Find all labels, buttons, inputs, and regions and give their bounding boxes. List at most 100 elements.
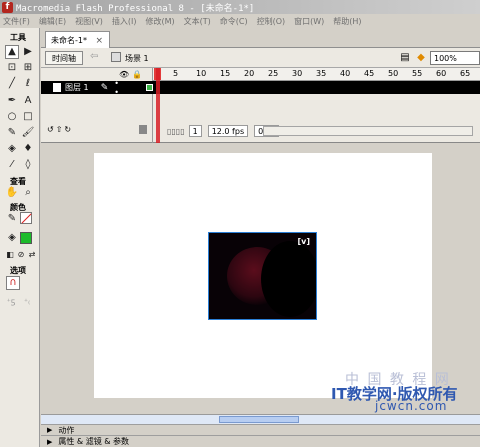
- layer-list: 👁🔒□ 图层 1 ✎ • • ↺⇧↻: [41, 68, 154, 143]
- ruler-label: 20: [244, 69, 255, 78]
- stroke-pencil-icon: ✎: [7, 213, 17, 224]
- video-dark-shape: [261, 241, 316, 317]
- scene-label[interactable]: 场景 1: [125, 53, 149, 64]
- ruler-label: 25: [268, 69, 279, 78]
- ruler-label: 10: [196, 69, 207, 78]
- document-window: 未命名-1* × 时间轴 ⇦ 场景 1 ▤ ◆ 100% 👁🔒□ 图层 1 ✎ …: [41, 28, 480, 447]
- ruler-label: 40: [340, 69, 351, 78]
- zoom-icon[interactable]: ⌕: [21, 186, 35, 200]
- frame-rate[interactable]: 12.0 fps: [207, 125, 249, 137]
- menu-control[interactable]: 控制(O): [257, 16, 286, 27]
- swap-colors-icon[interactable]: ⇄: [25, 248, 39, 262]
- layer-row[interactable]: 图层 1 ✎ • •: [41, 79, 154, 97]
- ruler-label: 65: [460, 69, 471, 78]
- add-layer-icons[interactable]: ↺⇧↻: [47, 125, 73, 134]
- onion-skin-icons[interactable]: ▯▯▯▯: [167, 127, 185, 136]
- ruler-label: 35: [316, 69, 327, 78]
- tools-panel: 工具 ▲ ▶ ⊡ ⊞ ╱ ℓ ✒ A ○ □ ✎ 🖌 ◈ ♦ ⁄ ◊ 查看 ✋ …: [0, 28, 40, 447]
- timeline-panel: 👁🔒□ 图层 1 ✎ • • ↺⇧↻ 1 5 10 15 20 25 30 35…: [41, 68, 480, 143]
- video-logo: [v]: [297, 237, 310, 246]
- pasteboard: [v] 中 国 教 程 网 IT教学网·版权所有 jcwcn.com: [41, 144, 480, 414]
- stage-scrollbar[interactable]: [41, 414, 480, 424]
- menu-text[interactable]: 文本(T): [184, 16, 211, 27]
- close-icon[interactable]: ×: [95, 36, 103, 46]
- menu-insert[interactable]: 插入(I): [112, 16, 137, 27]
- lasso-icon[interactable]: ℓ: [21, 77, 35, 91]
- actions-panel-bar[interactable]: ▶ 动作: [41, 424, 480, 435]
- layer-icon: [53, 83, 61, 92]
- ruler-label: 30: [292, 69, 303, 78]
- line-tool-icon[interactable]: ╱: [5, 77, 19, 91]
- document-tab-bar: 未命名-1* ×: [41, 28, 480, 48]
- properties-panel-bar[interactable]: ▶ 属性 & 滤镜 & 参数: [41, 435, 480, 447]
- edit-scene-icon[interactable]: ▤: [399, 52, 411, 64]
- expand-arrow-icon[interactable]: ▶: [47, 426, 52, 434]
- free-transform-icon[interactable]: ⊡: [5, 61, 19, 75]
- paint-bucket-icon[interactable]: ♦: [21, 142, 35, 156]
- flash-app-icon: f: [2, 1, 13, 13]
- window-title: Macromedia Flash Professional 8 - [未命名-1…: [16, 3, 255, 14]
- ruler-label: 60: [436, 69, 447, 78]
- scene-icon: [111, 52, 121, 62]
- subselection-arrow-icon[interactable]: ▶: [21, 45, 35, 59]
- actions-panel-label: 动作: [58, 425, 75, 435]
- eyedropper-icon[interactable]: ⁄: [5, 158, 19, 172]
- delete-layer-icon[interactable]: [139, 125, 147, 134]
- expand-arrow-icon[interactable]: ▶: [47, 438, 52, 446]
- menu-bar: 文件(F) 编辑(E) 视图(V) 插入(I) 修改(M) 文本(T) 命令(C…: [0, 14, 480, 28]
- ruler-label: 45: [364, 69, 375, 78]
- layer-visibility-dots[interactable]: • •: [114, 79, 144, 97]
- pen-tool-icon[interactable]: ✒: [5, 94, 19, 108]
- ruler-label: 15: [220, 69, 231, 78]
- layer-outline-color[interactable]: [146, 84, 154, 91]
- stage[interactable]: [v]: [94, 153, 432, 398]
- current-frame: 1: [188, 125, 202, 137]
- straighten-icon[interactable]: ⁺₍: [20, 295, 34, 309]
- menu-window[interactable]: 窗口(W): [294, 16, 324, 27]
- title-bar: f Macromedia Flash Professional 8 - [未命名…: [0, 0, 480, 14]
- menu-view[interactable]: 视图(V): [75, 16, 103, 27]
- fill-bucket-icon: ◈: [8, 232, 16, 243]
- timeline-toggle-button[interactable]: 时间轴: [45, 51, 83, 65]
- hand-icon[interactable]: ✋: [5, 186, 19, 200]
- layer-name[interactable]: 图层 1: [65, 82, 101, 93]
- back-arrow-icon[interactable]: ⇦: [90, 51, 98, 62]
- timeline-scrollbar[interactable]: [263, 126, 473, 136]
- fill-color-swatch[interactable]: [20, 232, 32, 244]
- watermark: 中 国 教 程 网 IT教学网·版权所有 jcwcn.com: [331, 369, 480, 413]
- menu-edit[interactable]: 编辑(E): [39, 16, 66, 27]
- oval-tool-icon[interactable]: ○: [5, 110, 19, 124]
- snap-magnet-icon[interactable]: ∩: [6, 276, 20, 290]
- pencil-icon[interactable]: ✎: [5, 126, 19, 140]
- ruler-label: 50: [388, 69, 399, 78]
- tools-header: 工具: [10, 33, 26, 42]
- ink-bottle-icon[interactable]: ◈: [5, 142, 19, 156]
- properties-panel-label: 属性 & 滤镜 & 参数: [58, 437, 130, 446]
- eraser-icon[interactable]: ◊: [21, 158, 35, 172]
- watermark-bottom: jcwcn.com: [375, 399, 448, 413]
- smooth-icon[interactable]: ⁺ƽ: [4, 295, 18, 309]
- ruler-label: 55: [412, 69, 423, 78]
- frames-row[interactable]: [153, 81, 480, 94]
- zoom-select[interactable]: 100%: [430, 51, 480, 65]
- menu-modify[interactable]: 修改(M): [145, 16, 174, 27]
- brush-icon[interactable]: 🖌: [21, 126, 35, 140]
- document-tab-label: 未命名-1*: [51, 36, 87, 45]
- video-clip[interactable]: [v]: [208, 232, 317, 320]
- gradient-transform-icon[interactable]: ⊞: [21, 61, 35, 75]
- scrollbar-thumb[interactable]: [219, 416, 299, 423]
- ruler-label: 5: [173, 69, 179, 78]
- edit-bar: 时间轴 ⇦ 场景 1 ▤ ◆ 100%: [41, 48, 480, 68]
- document-tab[interactable]: 未命名-1* ×: [45, 31, 110, 48]
- frame-ruler[interactable]: 1 5 10 15 20 25 30 35 40 45 50 55 60 65: [153, 68, 480, 81]
- menu-help[interactable]: 帮助(H): [333, 16, 361, 27]
- options-header: 选项: [10, 266, 26, 275]
- menu-file[interactable]: 文件(F): [3, 16, 30, 27]
- selection-arrow-icon[interactable]: ▲: [5, 45, 19, 59]
- text-tool-icon[interactable]: A: [21, 94, 35, 108]
- menu-commands[interactable]: 命令(C): [220, 16, 248, 27]
- layer-pencil-icon: ✎: [100, 82, 109, 93]
- rectangle-tool-icon[interactable]: □: [21, 110, 35, 124]
- edit-symbol-icon[interactable]: ◆: [415, 52, 427, 64]
- stroke-color-swatch[interactable]: [20, 212, 32, 224]
